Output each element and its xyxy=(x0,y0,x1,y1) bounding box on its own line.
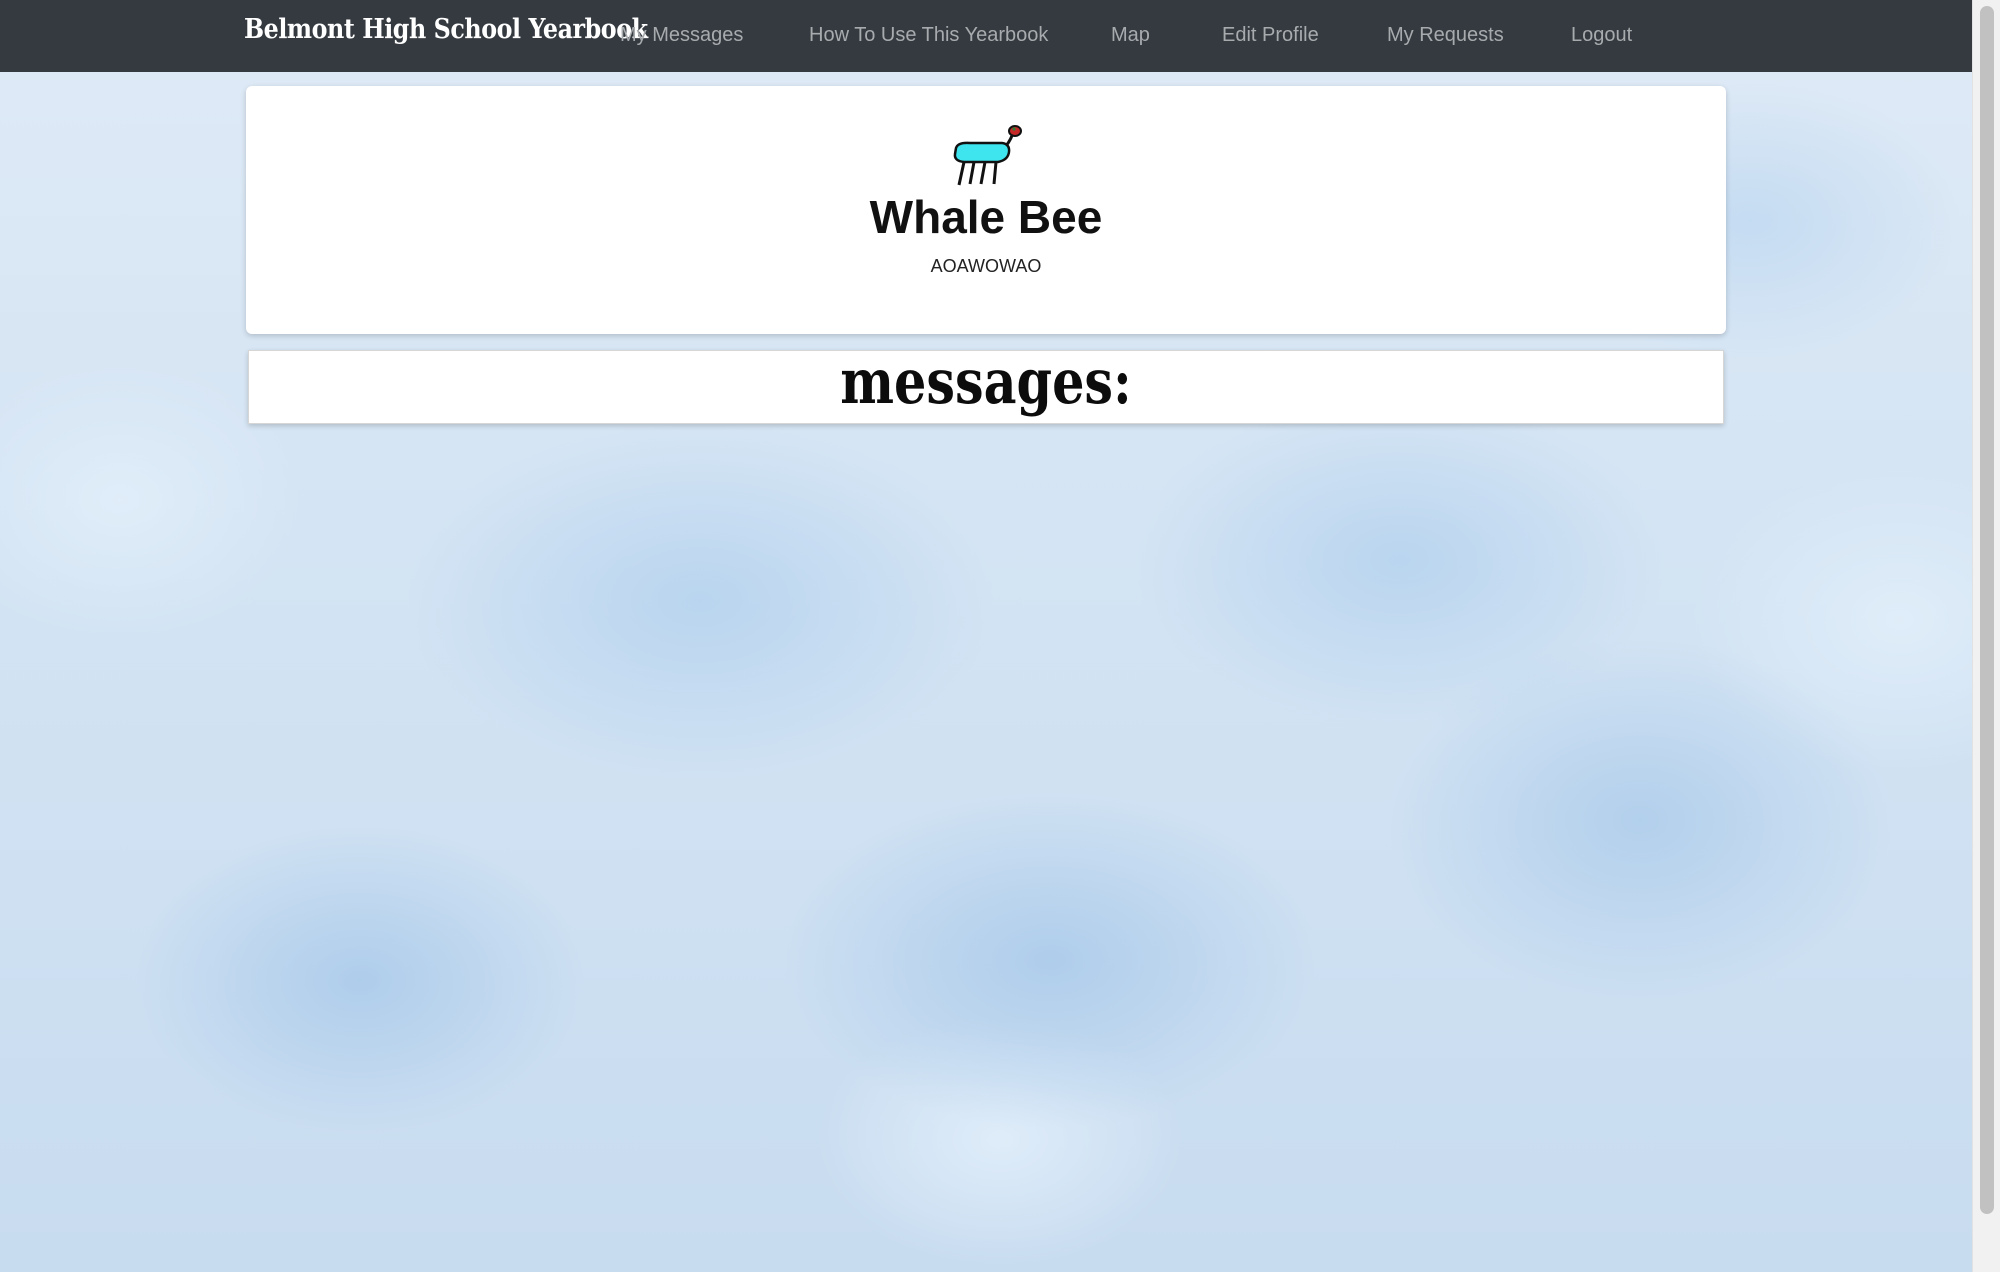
nav-logout[interactable]: Logout xyxy=(1571,24,1632,47)
profile-name: Whale Bee xyxy=(869,191,1103,243)
nav-map[interactable]: Map xyxy=(1111,24,1150,47)
nav-my-messages[interactable]: My Messages xyxy=(620,24,743,47)
nav-how-to-use[interactable]: How To Use This Yearbook xyxy=(809,24,1048,47)
messages-heading: messages: xyxy=(840,345,1132,418)
nav-edit-profile[interactable]: Edit Profile xyxy=(1222,24,1319,47)
messages-panel: messages: xyxy=(248,350,1724,424)
scrollbar-thumb[interactable] xyxy=(1980,6,1994,1214)
profile-card: Whale Bee AOAWOWAO xyxy=(246,86,1726,334)
top-navbar: Belmont High School Yearbook My Messages… xyxy=(0,0,1972,72)
page-scrollbar[interactable] xyxy=(1972,0,2000,1272)
site-brand-link[interactable]: Belmont High School Yearbook xyxy=(244,14,648,45)
avatar-creature-icon xyxy=(950,124,1026,190)
nav-my-requests[interactable]: My Requests xyxy=(1387,24,1504,47)
profile-subtitle: AOAWOWAO xyxy=(930,256,1042,276)
